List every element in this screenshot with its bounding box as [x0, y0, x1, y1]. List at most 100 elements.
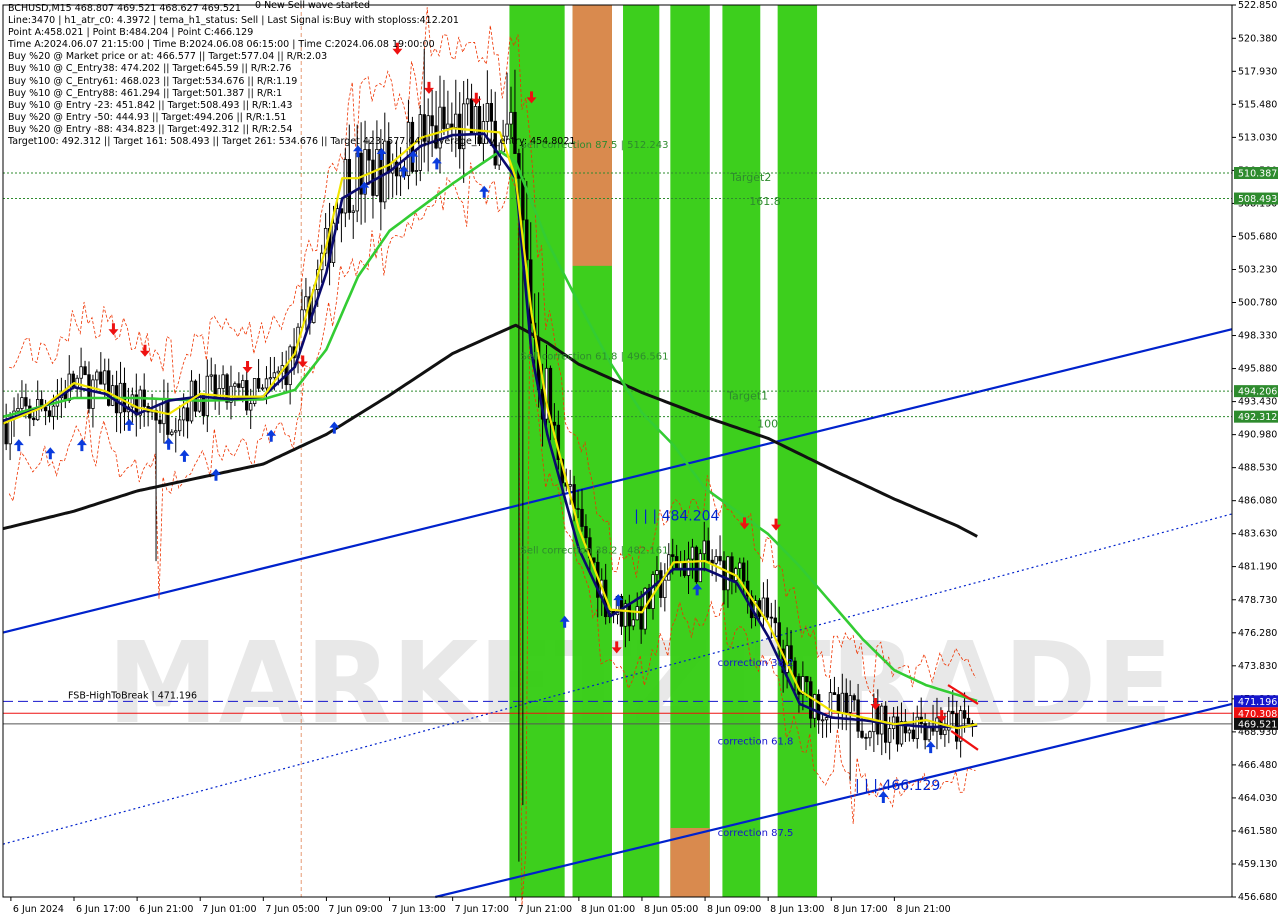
y-axis-tick-label: 503.230	[1238, 264, 1277, 275]
info-line-buy-entry-88: Buy %20 @ Entry -88: 434.823 || Target:4…	[8, 123, 293, 135]
candle-body	[260, 387, 265, 390]
x-axis-tick-label: 7 Jun 09:00	[328, 904, 382, 915]
candle-body	[868, 731, 872, 739]
info-line-buy-entry-23: Buy %10 @ Entry -23: 451.842 || Target:5…	[8, 99, 293, 111]
x-axis-tick-label: 7 Jun 13:00	[392, 904, 446, 915]
candle-body	[256, 378, 261, 389]
chart-annotation: Target2	[729, 171, 771, 184]
candle-body	[773, 617, 777, 624]
y-axis-tick-label: 488.530	[1238, 463, 1277, 474]
candle-body	[107, 370, 111, 406]
y-axis-tick-label: 486.080	[1238, 496, 1277, 507]
chart-annotation: correction 87.5	[718, 828, 794, 839]
candle-body	[951, 710, 955, 715]
y-axis-tick-label: 493.430	[1238, 397, 1277, 408]
x-axis-tick-label: 7 Jun 01:00	[202, 904, 256, 915]
candle-body	[241, 380, 245, 388]
candle-body	[355, 152, 359, 212]
candle-body	[887, 728, 892, 743]
candle-body	[769, 616, 774, 619]
candle-body	[552, 421, 557, 426]
candle-body	[272, 372, 277, 379]
candle-body	[694, 546, 699, 583]
candle-body	[174, 430, 178, 433]
orange-band	[572, 5, 612, 266]
y-axis-tick-label: 476.280	[1238, 628, 1277, 639]
chart-annotation: | | | 484.204	[634, 509, 719, 525]
candle-body	[79, 366, 83, 379]
candle-body	[264, 378, 269, 389]
candle-body	[907, 729, 912, 734]
x-axis-tick-label: 7 Jun 17:00	[455, 904, 509, 915]
candle-body	[627, 603, 632, 627]
x-axis-tick-label: 6 Jun 17:00	[76, 904, 130, 915]
candle-body	[248, 403, 253, 411]
candle-body	[367, 149, 371, 161]
x-axis-tick-label: 6 Jun 2024	[13, 904, 64, 915]
green-band	[777, 5, 818, 897]
info-line-buy-market: Buy %20 @ Market price or at: 466.577 ||…	[8, 51, 328, 63]
candle-body	[185, 407, 190, 422]
y-axis-tick-label: 473.830	[1238, 661, 1277, 672]
y-axis-tick-label: 478.730	[1238, 595, 1277, 606]
y-axis-tick-label: 515.480	[1238, 99, 1277, 110]
candle-body	[414, 170, 419, 172]
candle-body	[840, 692, 845, 714]
candle-body	[962, 710, 967, 719]
chart-annotation: Sell correction 38.2 | 482.161	[520, 546, 668, 557]
y-axis-tick-label: 481.190	[1238, 562, 1277, 573]
y-axis-tick-label: 500.780	[1238, 298, 1277, 309]
candle-body	[793, 660, 797, 677]
candle-body	[730, 556, 734, 581]
candle-body	[43, 406, 48, 412]
y-axis-tick-label: 498.330	[1238, 331, 1277, 342]
candle-body	[4, 423, 8, 445]
info-line-targets: Target100: 492.312 || Target 161: 508.49…	[8, 136, 576, 148]
candle-body	[343, 159, 348, 214]
candle-body	[943, 729, 947, 736]
x-axis-tick-label: 8 Jun 21:00	[896, 904, 950, 915]
chart-annotation: Target1	[726, 389, 768, 402]
y-axis-tick-label: 517.930	[1238, 66, 1277, 77]
candle-body	[714, 556, 718, 564]
candle-body	[95, 371, 99, 381]
candle-body	[24, 397, 28, 407]
y-axis-tick-label: 459.130	[1238, 859, 1277, 870]
candle-body	[16, 408, 20, 412]
y-axis-tick-label: 513.030	[1238, 132, 1277, 143]
candle-body	[848, 695, 852, 713]
candle-body	[911, 729, 916, 739]
candle-body	[99, 371, 103, 385]
candle-body	[635, 606, 639, 621]
candle-body	[852, 695, 856, 701]
chart-annotation: correction 38.2	[718, 658, 794, 669]
indicator-info-panel: BCHUSD,M15 468.807 469.521 468.627 469.5…	[8, 3, 575, 148]
info-line-symbol: BCHUSD,M15 468.807 469.521 468.627 469.5…	[8, 3, 241, 14]
candle-body	[592, 557, 596, 563]
candle-body	[221, 374, 225, 389]
y-axis-tick-label: 505.680	[1238, 231, 1277, 242]
candle-body	[166, 398, 170, 435]
x-axis-tick-label: 8 Jun 09:00	[707, 904, 761, 915]
price-level-badge-label: 494.206	[1238, 387, 1277, 398]
candle-body	[584, 526, 588, 539]
price-level-badge-label: 469.521	[1238, 719, 1277, 730]
candle-body	[47, 410, 52, 417]
candle-body	[383, 140, 387, 203]
candle-body	[181, 407, 186, 421]
candle-body	[91, 379, 95, 409]
candle-body	[671, 554, 675, 557]
candle-body	[655, 570, 659, 575]
candle-body	[371, 159, 375, 196]
y-axis-tick-label: 466.480	[1238, 760, 1277, 771]
candle-body	[824, 717, 829, 721]
candle-body	[742, 562, 746, 582]
candle-body	[966, 717, 971, 724]
price-level-badge-label: 492.312	[1238, 412, 1277, 423]
candle-body	[828, 692, 833, 718]
price-level-badge-label: 471.196	[1238, 697, 1277, 708]
price-level-badge-label: 510.387	[1238, 169, 1277, 180]
candle-body	[718, 556, 722, 562]
y-axis-tick-label: 495.880	[1238, 364, 1277, 375]
chart-annotation: correction 61.8	[718, 736, 794, 747]
